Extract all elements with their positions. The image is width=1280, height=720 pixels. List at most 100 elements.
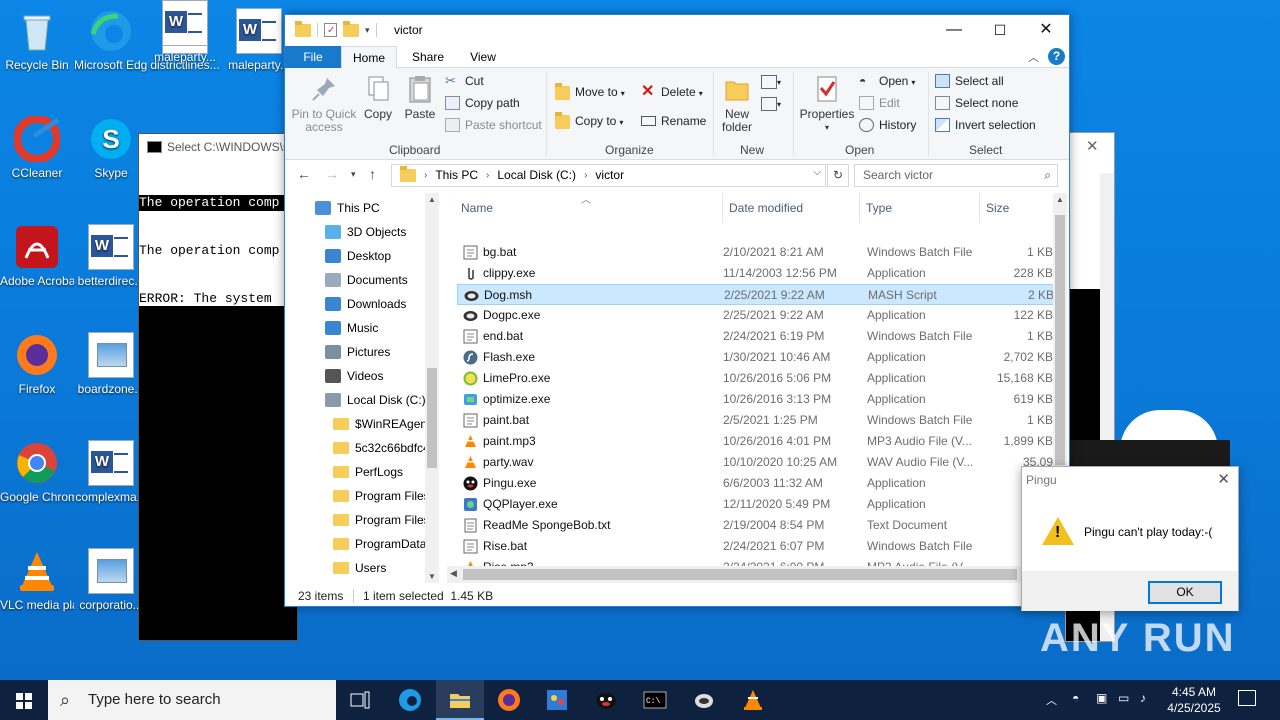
- search-input[interactable]: Search victor ⌕: [854, 164, 1058, 187]
- file-row[interactable]: optimize.exe 10/26/2016 3:13 PM Applicatio…: [457, 389, 1055, 410]
- tab-share[interactable]: Share: [409, 46, 447, 68]
- back-button[interactable]: ←: [297, 166, 311, 182]
- close-icon[interactable]: ✕: [1217, 467, 1230, 493]
- desktop-icon[interactable]: corporatio...: [74, 548, 148, 613]
- breadcrumb-victor[interactable]: victor: [595, 165, 624, 186]
- pin-to-quick-access-button[interactable]: Pin to Quick access: [291, 74, 357, 134]
- horizontal-scrollbar[interactable]: ◀: [447, 566, 1021, 583]
- desktop-icon[interactable]: betterdirec...: [74, 224, 148, 289]
- nav-item[interactable]: Program Files: [333, 508, 430, 532]
- volume-icon[interactable]: ♪: [1140, 691, 1146, 705]
- desktop-icon[interactable]: S Skype: [74, 116, 148, 181]
- network-icon[interactable]: ▭: [1118, 691, 1129, 705]
- file-list-scroll-thumb[interactable]: [1055, 215, 1065, 465]
- nav-item[interactable]: Desktop: [325, 244, 391, 268]
- navigation-pane[interactable]: This PC 3D Objects Desktop Documents Downloa…: [285, 193, 442, 583]
- column-type[interactable]: Type: [859, 193, 892, 223]
- select-none-button[interactable]: Select none: [935, 93, 1018, 113]
- nav-item[interactable]: 5c32c66bdfc4: [333, 436, 430, 460]
- copy-button[interactable]: Copy: [361, 74, 395, 121]
- pingu-taskbar-icon[interactable]: [594, 688, 618, 712]
- paint-taskbar-icon[interactable]: [545, 688, 569, 712]
- help-icon[interactable]: ?: [1048, 48, 1065, 65]
- desktop-icon[interactable]: Recycle Bin: [0, 8, 74, 73]
- address-dropdown-icon[interactable]: ⌵: [813, 167, 821, 178]
- desktop-icon[interactable]: boardzone...: [74, 332, 148, 397]
- tab-file[interactable]: File: [285, 46, 341, 68]
- paste-button[interactable]: Paste: [403, 74, 437, 121]
- file-list[interactable]: Name ︿ Date modified Type Size bg.bat 2/1…: [457, 193, 1057, 586]
- new-folder-icon[interactable]: [343, 20, 359, 37]
- delete-button[interactable]: ✕ Delete ▾: [641, 82, 703, 102]
- nav-item[interactable]: Videos: [325, 364, 383, 388]
- select-all-button[interactable]: Select all: [935, 71, 1004, 91]
- breadcrumb-this-pc[interactable]: This PC: [435, 165, 478, 186]
- file-row[interactable]: party.wav 10/10/2020 10:25 AM WAV Audio Fi…: [457, 452, 1055, 473]
- desktop-icon[interactable]: maleparty...: [148, 0, 222, 65]
- horizontal-scroll-thumb[interactable]: [463, 569, 1017, 580]
- open-button[interactable]: ◓ Open ▾: [859, 71, 915, 91]
- nav-item[interactable]: $WinREAgent: [333, 412, 430, 436]
- tray-device-icon[interactable]: ▣: [1096, 691, 1107, 705]
- taskbar-search[interactable]: ⌕ Type here to search: [48, 680, 336, 720]
- new-folder-button[interactable]: New folder: [719, 74, 755, 134]
- refresh-button[interactable]: ↻: [827, 164, 849, 187]
- file-row[interactable]: LimePro.exe 10/26/2016 5:06 PM Application…: [457, 368, 1055, 389]
- file-row[interactable]: Dog.msh 2/25/2021 9:22 AM MASH Script 2 KB: [457, 284, 1055, 305]
- breadcrumb-local-disk[interactable]: Local Disk (C:): [497, 165, 576, 186]
- console-titlebar[interactable]: Select C:\WINDOWS\s: [139, 134, 297, 160]
- minimize-button[interactable]: —: [931, 15, 977, 45]
- desktop-icon[interactable]: Adobe Acrobat: [0, 224, 74, 289]
- rename-button[interactable]: Rename: [641, 111, 706, 131]
- dog-taskbar-icon[interactable]: [692, 688, 716, 712]
- easy-access-button[interactable]: ▾: [761, 93, 781, 113]
- nav-item[interactable]: Users: [333, 556, 386, 580]
- edit-button[interactable]: Edit: [859, 93, 900, 113]
- edge-taskbar-icon[interactable]: [398, 688, 422, 712]
- ok-button[interactable]: OK: [1148, 581, 1222, 604]
- console-window[interactable]: Select C:\WINDOWS\s The operation comp T…: [138, 133, 299, 641]
- file-row[interactable]: ReadMe SpongeBob.txt 2/19/2004 8:54 PM Tex…: [457, 515, 1055, 536]
- chevron-down-icon[interactable]: ▾: [365, 25, 370, 36]
- nav-scroll-thumb[interactable]: [427, 368, 437, 468]
- file-row[interactable]: QQPlayer.exe 12/11/2020 5:49 PM Applicatio…: [457, 494, 1055, 515]
- desktop-icon[interactable]: Microsoft Edge: [74, 8, 148, 73]
- nav-item[interactable]: Documents: [325, 268, 408, 292]
- properties-button[interactable]: Properties ▾: [799, 74, 855, 134]
- desktop-icon[interactable]: Firefox: [0, 332, 74, 397]
- file-row[interactable]: Dogpc.exe 2/25/2021 9:22 AM Application 122…: [457, 305, 1055, 326]
- copy-path-button[interactable]: Copy path: [445, 93, 520, 113]
- invert-selection-button[interactable]: Invert selection: [935, 115, 1036, 135]
- titlebar[interactable]: ✓ ▾ victor — ☐ ✕: [285, 15, 1069, 46]
- nav-item[interactable]: Local Disk (C:): [325, 388, 426, 412]
- desktop-icon[interactable]: VLC media player: [0, 548, 74, 613]
- cut-button[interactable]: ✂ Cut: [445, 71, 484, 91]
- column-name[interactable]: Name: [461, 193, 493, 223]
- file-explorer-taskbar-icon[interactable]: [448, 688, 472, 712]
- start-button[interactable]: [0, 680, 48, 720]
- column-size[interactable]: Size: [979, 193, 1009, 223]
- file-explorer-window[interactable]: ✓ ▾ victor — ☐ ✕ File Home Share View ︿ …: [284, 14, 1070, 607]
- file-row[interactable]: paint.mp3 10/26/2016 4:01 PM MP3 Audio Fil…: [457, 431, 1055, 452]
- vlc-taskbar-icon[interactable]: [741, 688, 765, 712]
- desktop-icon[interactable]: Google Chrome: [0, 440, 74, 505]
- notifications-icon[interactable]: [1238, 690, 1256, 706]
- dialog-titlebar[interactable]: Pingu ✕: [1022, 467, 1238, 493]
- tray-app-icon[interactable]: ◓: [1072, 691, 1079, 705]
- maximize-button[interactable]: ☐: [977, 15, 1023, 45]
- new-item-button[interactable]: ▾: [761, 71, 781, 91]
- history-button[interactable]: History: [859, 115, 916, 135]
- nav-item[interactable]: PerfLogs: [333, 460, 403, 484]
- nav-item[interactable]: Music: [325, 316, 378, 340]
- file-row[interactable]: Pingu.exe6/6/2003 11:32 AMApplication9: [457, 473, 1055, 494]
- file-row[interactable]: Flash.exe 1/30/2021 10:46 AM Application 2,…: [457, 347, 1055, 368]
- file-row[interactable]: Rise.bat 2/24/2021 6:07 PM Windows Batch F…: [457, 536, 1055, 557]
- nav-item[interactable]: ProgramData: [333, 532, 426, 556]
- desktop-icon[interactable]: CCleaner: [0, 115, 74, 181]
- taskbar-clock[interactable]: 4:45 AM 4/25/2025: [1158, 684, 1230, 716]
- pingu-dialog[interactable]: Pingu ✕ ! Pingu can't play today:-( OK: [1021, 466, 1239, 611]
- nav-scrollbar[interactable]: ▲ ▼: [425, 193, 439, 583]
- column-date-modified[interactable]: Date modified: [722, 193, 803, 223]
- close-icon[interactable]: ✕: [1086, 137, 1099, 155]
- tab-home[interactable]: Home: [341, 46, 397, 68]
